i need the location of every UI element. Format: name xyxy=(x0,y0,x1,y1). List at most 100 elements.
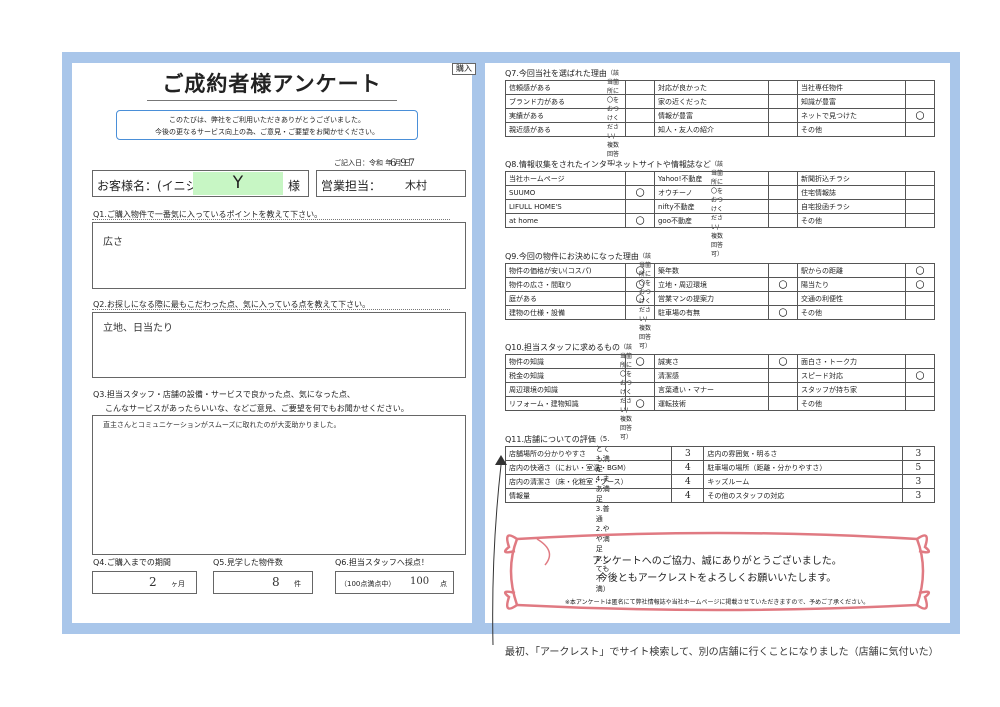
option-label-cell: nifty不動産 xyxy=(653,199,770,214)
q1-underline xyxy=(92,219,450,220)
answer-mark-cell xyxy=(768,396,798,411)
table-row: at home 〇 goo不動産 その他 xyxy=(504,213,935,228)
table-row: リフォーム・建物知識〇運転技術 その他 xyxy=(504,396,935,411)
option-label-cell: 当社専任物件 xyxy=(796,80,907,95)
sales-staff-box: 営業担当： 木村 xyxy=(316,170,466,197)
option-label-cell: ブランド力がある xyxy=(504,94,627,109)
option-label-cell: その他 xyxy=(796,122,907,137)
option-label-cell: 駐車場の有無 xyxy=(653,305,770,320)
right-panel: Q7.今回当社を選ばれた理由 （該当箇所に〇をおつけください/複数回答可） 信頼感… xyxy=(485,63,950,623)
answer-mark-cell: 〇 xyxy=(625,263,655,278)
q9-label: Q9.今回の物件にお決めになった理由 （該当箇所に〇をおつけください/複数回答可） xyxy=(505,251,651,350)
option-label-cell: 物件の広さ・間取り xyxy=(504,277,627,292)
q3-label-line-1: Q3.担当スタッフ・店舗の設備・サービスで良かった点、気になった点、 xyxy=(93,390,355,399)
answer-mark-cell: 4 xyxy=(671,474,705,489)
answer-mark-cell xyxy=(905,305,935,320)
option-label-cell: 駅からの距離 xyxy=(796,263,907,278)
answer-mark-cell: 〇 xyxy=(905,368,935,383)
q11-label: Q11.店舗についての評価 （5.とても満足 4.まあ満足 3.普通 2.やや満足… xyxy=(505,434,610,593)
q8-title: Q8.情報収集をされたインターネットサイトや情報誌など xyxy=(505,160,711,169)
answer-mark-cell xyxy=(768,185,798,200)
disclaimer: ※本アンケートは匿名にて弊社情報誌や当社ホームページに掲載させていただきますので… xyxy=(564,599,870,606)
answer-mark-cell xyxy=(768,199,798,214)
option-label-cell: 親近感がある xyxy=(504,122,627,137)
q5-unit: 件 xyxy=(294,580,301,588)
option-label-cell: at home xyxy=(504,213,627,228)
answer-mark-cell xyxy=(905,291,935,306)
q2-underline xyxy=(92,309,450,310)
q8-label: Q8.情報収集をされたインターネットサイトや情報誌など （該当箇所に〇をおつけくだ… xyxy=(505,159,723,258)
answer-mark-cell: 4 xyxy=(671,460,705,475)
option-label-cell: 知人・友人の紹介 xyxy=(653,122,770,137)
answer-mark-cell: 〇 xyxy=(625,354,655,369)
q7-table: 信頼感がある 対応が良かった 当社専任物件 ブランド力がある 家の近くだった 知識が豊富実… xyxy=(504,80,935,137)
option-label-cell: オウチーノ xyxy=(653,185,770,200)
q7-label: Q7.今回当社を選ばれた理由 （該当箇所に〇をおつけください/複数回答可） xyxy=(505,68,619,167)
intro-line-2: 今後の更なるサービス向上の為、ご意見・ご要望をお聞かせください。 xyxy=(155,128,379,136)
answer-mark-cell xyxy=(768,382,798,397)
option-label-cell: 店内の雰囲気・明るさ xyxy=(703,446,903,461)
survey-title: ご成約者様アンケート xyxy=(162,72,382,96)
answer-mark-cell: 〇 xyxy=(625,396,655,411)
option-label-cell: 立地・周辺環境 xyxy=(653,277,770,292)
answer-mark-cell: 〇 xyxy=(768,354,798,369)
answer-mark-cell xyxy=(905,382,935,397)
option-label-cell: その他 xyxy=(796,396,907,411)
table-row: SUUMO 〇オウチーノ 住宅情報誌 xyxy=(504,185,935,200)
table-row: 建物の仕様・設備 駐車場の有無〇その他 xyxy=(504,305,935,320)
handwritten-footnote: 最初、「アークレスト」でサイト検索して、別の店舗に行くことになりました（店舗に気… xyxy=(505,647,939,658)
answer-mark-cell xyxy=(625,171,655,186)
q3-label-line-2: こんなサービスがあったらいいな、などご意見、ご要望を何でもお聞かせください。 xyxy=(105,404,409,413)
option-label-cell: 情報量 xyxy=(504,488,673,503)
answer-mark-cell xyxy=(625,108,655,123)
table-row: ブランド力がある 家の近くだった 知識が豊富 xyxy=(504,94,935,109)
q5-answer: 8 xyxy=(272,575,280,589)
option-label-cell: 信頼感がある xyxy=(504,80,627,95)
purchase-tag: 購入 xyxy=(452,63,476,75)
option-label-cell: その他 xyxy=(796,305,907,320)
answer-mark-cell: 〇 xyxy=(768,305,798,320)
table-row: 店舗場所の分かりやすさ 3 店内の雰囲気・明るさ 3 xyxy=(504,446,936,461)
answer-mark-cell xyxy=(768,94,798,109)
entry-date: ご記入日：令和 6年 9月 7日 xyxy=(334,158,415,169)
table-row: 物件の広さ・間取り〇立地・周辺環境〇陽当たり〇 xyxy=(504,277,935,292)
answer-mark-cell: 3 xyxy=(901,446,936,461)
answer-mark-cell: 〇 xyxy=(905,277,935,292)
answer-mark-cell xyxy=(625,305,655,320)
answer-mark-cell xyxy=(905,396,935,411)
option-label-cell: 店内の清潔さ（床・化粧室・ブース） xyxy=(504,474,673,489)
option-label-cell: 営業マンの提案力 xyxy=(653,291,770,306)
q1-answer-box: 広さ xyxy=(92,222,466,289)
annotation-arrow xyxy=(492,455,507,646)
q1-answer: 広さ xyxy=(103,237,123,248)
option-label-cell: 当社ホームページ xyxy=(504,171,627,186)
answer-mark-cell xyxy=(768,80,798,95)
answer-mark-cell: 〇 xyxy=(625,277,655,292)
option-label-cell: 税金の知識 xyxy=(504,368,627,383)
q9-title: Q9.今回の物件にお決めになった理由 xyxy=(505,252,639,261)
answer-mark-cell xyxy=(905,185,935,200)
table-row: 信頼感がある 対応が良かった 当社専任物件 xyxy=(504,80,935,95)
customer-initial: Y xyxy=(193,172,283,195)
answer-mark-cell xyxy=(905,171,935,186)
answer-mark-cell xyxy=(905,122,935,137)
q4-unit: ヶ月 xyxy=(171,580,185,588)
q10-table: 物件の知識〇誠実さ〇面白さ・トーク力 税金の知識 清潔感 スピード対応〇周辺環境の知識… xyxy=(504,354,935,411)
answer-mark-cell: 〇 xyxy=(625,213,655,228)
option-label-cell: 築年数 xyxy=(653,263,770,278)
q10-label: Q10.担当スタッフに求めるもの （該当箇所に〇をおつけください/複数回答可） xyxy=(505,342,632,441)
option-label-cell: 面白さ・トーク力 xyxy=(796,354,907,369)
option-label-cell: 陽当たり xyxy=(796,277,907,292)
option-label-cell: 店舗場所の分かりやすさ xyxy=(504,446,673,461)
option-label-cell: 建物の仕様・設備 xyxy=(504,305,627,320)
customer-name-box: お客様名：(イニシャル) Y 様 xyxy=(92,170,309,197)
option-label-cell: キッズルーム xyxy=(703,474,903,489)
q7-title: Q7.今回当社を選ばれた理由 xyxy=(505,69,607,78)
answer-mark-cell xyxy=(768,291,798,306)
customer-suffix: 様 xyxy=(288,179,301,193)
q11-table: 店舗場所の分かりやすさ 3 店内の雰囲気・明るさ 3 店内の快適さ（におい・室温・BGM… xyxy=(504,446,936,503)
answer-mark-cell xyxy=(768,263,798,278)
table-row: 庭がある〇営業マンの提案力 交通の利便性 xyxy=(504,291,935,306)
option-label-cell: 家の近くだった xyxy=(653,94,770,109)
q6-answer: 100 xyxy=(410,576,430,587)
